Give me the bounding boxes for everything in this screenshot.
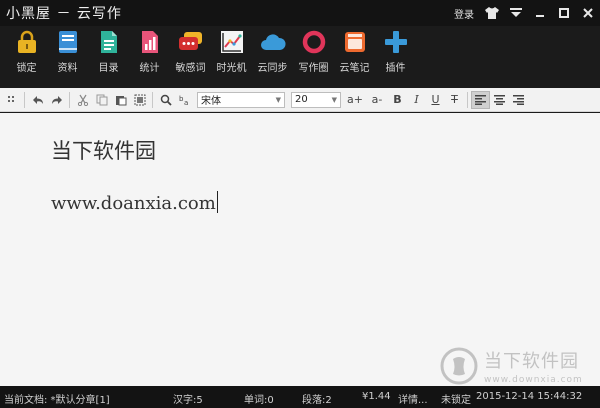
- increase-font-button[interactable]: a+: [344, 91, 366, 109]
- status-lock-state: 未锁定: [441, 395, 471, 406]
- chat-bubble-icon: [178, 30, 204, 54]
- toolbar-stats-button[interactable]: 统计: [129, 26, 170, 80]
- chevron-down-icon: ▼: [275, 95, 281, 104]
- strikethrough-button[interactable]: T: [445, 91, 464, 109]
- align-right-icon[interactable]: [509, 91, 528, 109]
- watermark: 当下软件园 www.downxia.com: [440, 347, 583, 385]
- status-paragraph-count: 段落:2: [302, 395, 332, 406]
- decrease-font-button[interactable]: a-: [366, 91, 388, 109]
- cut-icon[interactable]: [73, 91, 92, 109]
- format-toolbar: ba 宋体 ▼ 20 ▼ a+ a- B I U T: [0, 88, 600, 112]
- toolbar-toc-button[interactable]: 目录: [88, 26, 129, 80]
- underline-button[interactable]: U: [426, 91, 445, 109]
- status-datetime: 2015-12-14 15:44:32: [476, 391, 583, 402]
- status-bar: 当前文档: *默认分章[1] 汉字:5 单词:0 段落:2 ¥1.44 详情..…: [0, 386, 600, 408]
- font-size-value: 20: [295, 94, 308, 105]
- separator: [152, 91, 153, 108]
- document-icon: [96, 30, 122, 54]
- watermark-logo-icon: [440, 347, 478, 385]
- watermark-url: www.downxia.com: [484, 375, 583, 385]
- replace-icon[interactable]: ba: [175, 91, 194, 109]
- toolbar-time-machine-button[interactable]: 时光机: [211, 26, 252, 80]
- menu-dropdown-icon[interactable]: [504, 2, 528, 24]
- status-current-document: 当前文档: *默认分章[1]: [4, 395, 110, 406]
- status-word-count: 单词:0: [244, 395, 274, 406]
- separator: [467, 91, 468, 108]
- search-icon[interactable]: [156, 91, 175, 109]
- notebook-icon: [342, 30, 368, 54]
- select-all-icon[interactable]: [130, 91, 149, 109]
- document-heading[interactable]: 当下软件园: [51, 135, 156, 165]
- ring-icon: [301, 30, 327, 54]
- cloud-icon: [260, 30, 286, 54]
- toolbar-materials-button[interactable]: 资料: [47, 26, 88, 80]
- bold-button[interactable]: B: [388, 91, 407, 109]
- undo-icon[interactable]: [28, 91, 47, 109]
- watermark-text: 当下软件园: [484, 351, 579, 372]
- minimize-icon[interactable]: [528, 2, 552, 24]
- lock-icon: [14, 30, 40, 54]
- window-controls: 登录: [448, 0, 600, 26]
- toolbar-cloud-notes-button[interactable]: 云笔记: [334, 26, 375, 80]
- book-icon: [55, 30, 81, 54]
- redo-icon[interactable]: [47, 91, 66, 109]
- align-left-icon[interactable]: [471, 90, 490, 109]
- title-bar: 小黑屋 － 云写作 登录: [0, 0, 600, 26]
- status-details-link[interactable]: 详情...: [398, 391, 428, 406]
- maximize-icon[interactable]: [552, 2, 576, 24]
- italic-button[interactable]: I: [407, 91, 426, 109]
- close-icon[interactable]: [576, 2, 600, 24]
- copy-icon[interactable]: [92, 91, 111, 109]
- main-toolbar: 锁定 资料 目录 统计 敏感词 时光机 云同步 写作圈 云笔记 插件: [0, 26, 600, 80]
- document-paragraph[interactable]: www.doanxia.com: [51, 191, 218, 214]
- skin-icon[interactable]: [480, 2, 504, 24]
- separator: [69, 91, 70, 108]
- toolbar-writing-circle-button[interactable]: 写作圈: [293, 26, 334, 80]
- stats-icon: [137, 30, 163, 54]
- toolbar-cloud-sync-button[interactable]: 云同步: [252, 26, 293, 80]
- grip-icon[interactable]: [2, 91, 21, 109]
- login-button[interactable]: 登录: [448, 6, 480, 21]
- separator: [24, 91, 25, 108]
- paste-icon[interactable]: [111, 91, 130, 109]
- align-center-icon[interactable]: [490, 91, 509, 109]
- status-char-count: 汉字:5: [173, 395, 203, 406]
- toolbar-plugins-button[interactable]: 插件: [375, 26, 416, 80]
- toolbar-sensitive-words-button[interactable]: 敏感词: [170, 26, 211, 80]
- chevron-down-icon: ▼: [331, 95, 337, 104]
- plus-icon: [383, 30, 409, 54]
- status-price: ¥1.44: [362, 391, 391, 402]
- font-family-select[interactable]: 宋体 ▼: [197, 91, 285, 108]
- app-title: 小黑屋 － 云写作: [6, 6, 122, 22]
- font-family-value: 宋体: [201, 96, 221, 107]
- svg-text:a: a: [184, 99, 188, 106]
- editor-area[interactable]: 当下软件园 www.doanxia.com 当下软件园 www.downxia.…: [0, 113, 600, 386]
- text-caret: [216, 191, 218, 213]
- toolbar-lock-button[interactable]: 锁定: [6, 26, 47, 80]
- document-url-text: www.doanxia.com: [51, 193, 216, 214]
- chart-icon: [219, 30, 245, 54]
- font-size-select[interactable]: 20 ▼: [291, 91, 341, 108]
